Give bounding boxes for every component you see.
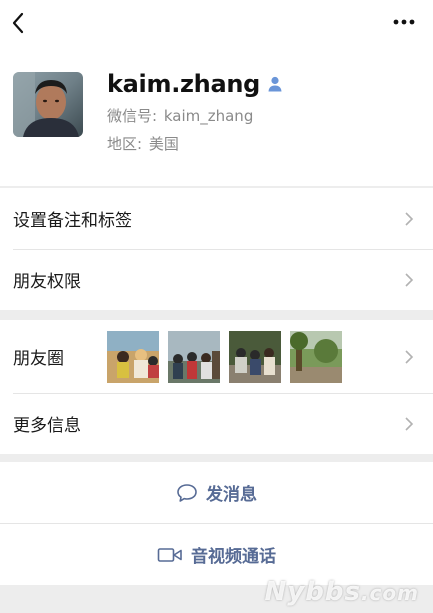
remarks-tags-row[interactable]: 设置备注和标签 (0, 188, 433, 249)
moments-thumbnail (168, 331, 220, 383)
chevron-right-icon (405, 349, 414, 364)
avatar-photo (13, 72, 83, 137)
moments-thumbnail (229, 331, 281, 383)
profile-name: kaim.zhang (107, 70, 261, 98)
watermark: Nybbs.com (265, 577, 419, 607)
region-label: 地区: (107, 135, 143, 153)
chevron-right-icon (405, 272, 414, 287)
remarks-tags-label: 设置备注和标签 (13, 211, 132, 231)
friend-permissions-row[interactable]: 朋友权限 (0, 249, 433, 310)
wechat-id-value: kaim_zhang (163, 107, 254, 125)
video-call-label: 音视频通话 (191, 547, 276, 567)
wechat-id-label: 微信号: (107, 107, 158, 125)
friend-permissions-label: 朋友权限 (13, 272, 81, 292)
watermark-brand: Nybbs (264, 577, 361, 607)
moments-thumbnail (290, 331, 342, 383)
settings-group: 设置备注和标签 朋友权限 (0, 188, 433, 310)
avatar[interactable] (13, 72, 83, 137)
region-value: 美国 (148, 135, 179, 153)
more-info-label: 更多信息 (13, 416, 81, 436)
profile-card: kaim.zhang 微信号: kaim_zhang 地区: 美国 (0, 0, 433, 186)
moments-row[interactable]: 朋友圈 (0, 320, 433, 393)
moments-thumbnails (107, 331, 342, 383)
chevron-left-icon (12, 12, 24, 34)
chevron-right-icon (405, 211, 414, 226)
send-message-button[interactable]: 发消息 (0, 462, 433, 523)
moments-thumbnail (107, 331, 159, 383)
more-options-button[interactable] (389, 10, 419, 34)
video-call-button[interactable]: 音视频通话 (0, 524, 433, 585)
name-row: kaim.zhang (107, 66, 284, 102)
wechat-id-line: 微信号: kaim_zhang (107, 105, 253, 126)
send-message-label: 发消息 (206, 485, 257, 505)
info-group: 朋友圈 更多信息 (0, 320, 433, 454)
back-button[interactable] (6, 8, 34, 38)
video-camera-icon (157, 547, 182, 562)
more-dots-icon (393, 19, 415, 25)
chat-bubble-icon (177, 483, 197, 502)
more-info-row[interactable]: 更多信息 (0, 393, 433, 454)
male-person-icon (268, 76, 282, 92)
moments-label: 朋友圈 (13, 349, 64, 369)
region-line: 地区: 美国 (107, 133, 179, 154)
watermark-suffix: .com (360, 581, 419, 605)
chevron-right-icon (405, 416, 414, 431)
